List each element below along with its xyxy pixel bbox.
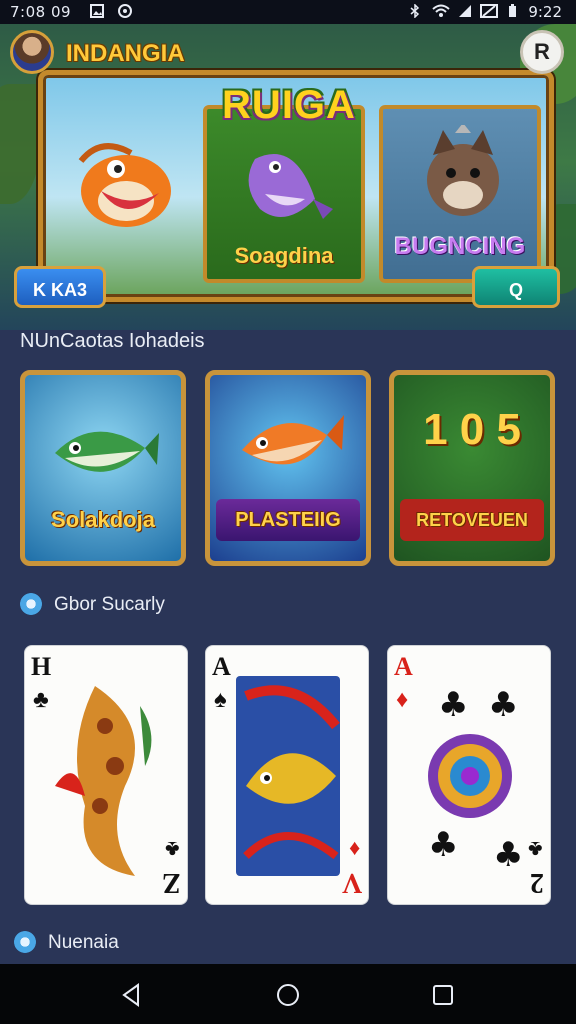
right-action-button[interactable]: Q [472, 266, 560, 308]
status-bar: 7:08 09 9:22 [0, 0, 576, 24]
card-suit: ♠ [214, 686, 227, 713]
card-bottom-rank: V [341, 867, 362, 898]
card-bottom-suit: ♦ [348, 837, 360, 862]
right-game-label: BUGNCING [394, 233, 526, 260]
brand-name: INDANGIA [66, 40, 185, 67]
game-tiles: Solakdoja PLASTEIIG 1 0 5 RETOVEUEN [20, 370, 556, 566]
game-tile[interactable]: Solakdoja [20, 370, 186, 566]
avatar[interactable] [10, 30, 54, 74]
svg-text:♣: ♣ [428, 825, 458, 865]
cards-section-title: Gbor Sucarly [54, 594, 165, 615]
svg-text:♣: ♣ [493, 835, 523, 875]
tile-number: 1 0 5 [423, 405, 521, 454]
section-badge-icon [14, 931, 36, 953]
card-bottom-suit: ♣ [527, 837, 542, 862]
foliage [0, 84, 40, 204]
fish-panel[interactable] [51, 91, 201, 281]
playing-card[interactable]: ♣ ♣ ♣ ♣ A ♦ ♣ 2 [387, 645, 551, 905]
system-nav-bar [0, 964, 576, 1024]
fish-icon [242, 415, 344, 465]
center-game-panel[interactable]: Soagdina [203, 105, 365, 283]
fish-icon [248, 154, 333, 219]
fish-icon [55, 431, 159, 472]
fish-icon [78, 143, 171, 227]
card-rank: A [394, 652, 413, 681]
card-bottom-rank: 2 [530, 867, 544, 898]
home-icon[interactable] [273, 980, 303, 1010]
bottom-section-title: Nuenaia [48, 932, 119, 953]
game-tile[interactable]: PLASTEIIG [205, 370, 371, 566]
tile-label: PLASTEIIG [216, 499, 360, 541]
tile-label: RETOVEUEN [400, 499, 544, 541]
section-badge-icon [20, 593, 42, 615]
card-bottom-rank: Z [162, 867, 181, 898]
center-game-label: Soagdina [234, 243, 334, 268]
left-action-button[interactable]: K KA3 [14, 266, 106, 308]
fish-art-icon [55, 686, 152, 876]
svg-text:♣: ♣ [438, 685, 468, 725]
card-row: H ♣ ♣ Z A ♠ ♦ V ♣ ♣ ♣ ♣ A ♦ ♣ 2 [24, 645, 552, 905]
game-tile[interactable]: 1 0 5 RETOVEUEN [389, 370, 555, 566]
status-clock: 9:22 [528, 3, 562, 21]
fish-art-icon [236, 676, 340, 876]
svg-text:♣: ♣ [488, 685, 518, 725]
animal-icon [427, 125, 499, 216]
card-suit: ♦ [396, 686, 409, 713]
recents-icon[interactable] [428, 980, 458, 1010]
wheel-art-icon: ♣ ♣ ♣ ♣ [428, 685, 523, 875]
playing-card[interactable]: H ♣ ♣ Z [24, 645, 188, 905]
profile-button[interactable]: R [520, 30, 564, 74]
hero-title: RUIGA [222, 83, 356, 127]
hero-banner: Soagdina BUGNCING RUIGA INDANGIA R K KA3… [0, 24, 576, 330]
card-suit: ♣ [33, 686, 49, 713]
playing-card[interactable]: A ♠ ♦ V [205, 645, 369, 905]
wifi-icon [432, 4, 450, 17]
right-game-panel[interactable]: BUGNCING [379, 105, 541, 283]
battery-icon [509, 4, 516, 17]
back-icon[interactable] [116, 980, 146, 1010]
status-time: 7:08 09 [10, 3, 72, 21]
tile-label: Solakdoja [51, 507, 155, 532]
bluetooth-icon [410, 4, 420, 18]
no-signal-icon [480, 4, 498, 18]
brand[interactable]: INDANGIA [10, 30, 190, 74]
card-rank: H [31, 652, 52, 681]
section-title: NUnCaotas Iohadeis [20, 330, 205, 352]
card-bottom-suit: ♣ [164, 837, 179, 862]
card-rank: A [212, 652, 231, 681]
image-icon [90, 4, 104, 18]
chat-icon [118, 4, 132, 18]
signal-icon [459, 5, 471, 17]
